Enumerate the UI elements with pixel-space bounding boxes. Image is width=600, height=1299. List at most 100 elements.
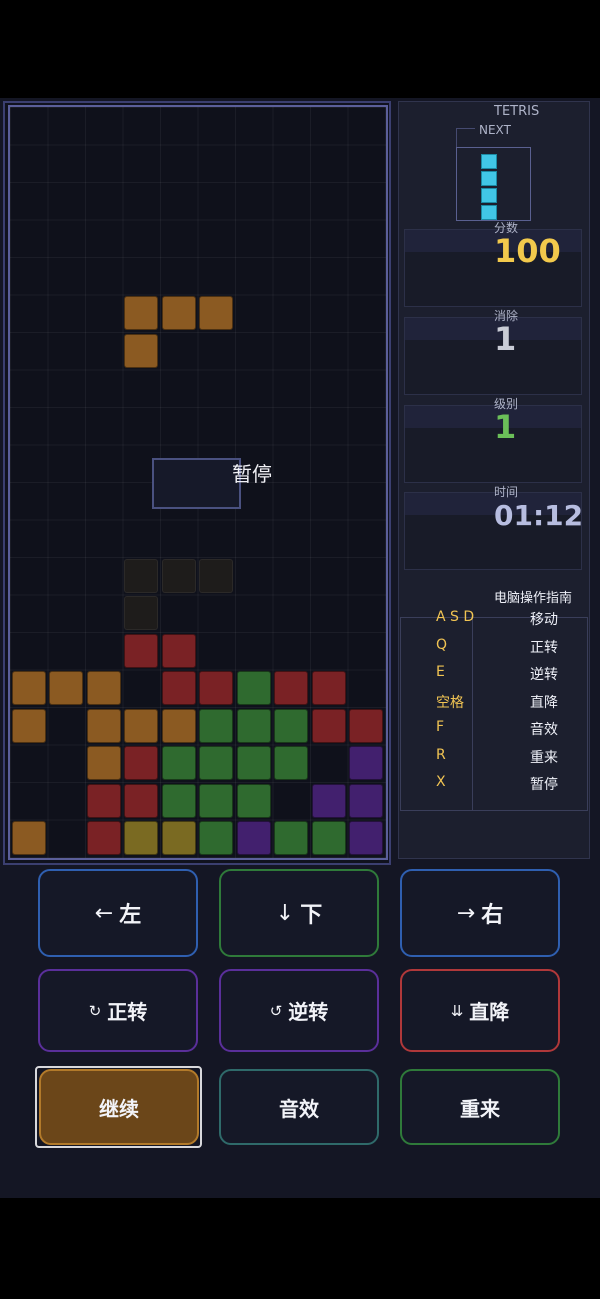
move-down-label: 下 <box>300 903 323 928</box>
level-panel <box>404 405 582 483</box>
locked-block <box>49 671 83 705</box>
guide-key: R <box>436 746 446 763</box>
guide-key: F <box>436 719 445 735</box>
hard-drop-label: 直降 <box>469 1000 510 1024</box>
locked-block <box>199 671 233 705</box>
locked-block <box>161 671 196 705</box>
rotate-clockwise-icon: ↻ <box>88 1001 102 1020</box>
move-left-label: 左 <box>119 903 142 928</box>
move-left-button[interactable]: ← 左 <box>38 869 198 957</box>
locked-block <box>86 821 121 855</box>
locked-block <box>274 671 308 705</box>
rotate-ccw-button[interactable]: ↺ 逆转 <box>219 969 379 1052</box>
next-piece-cell <box>481 154 497 169</box>
restart-button[interactable]: 重来 <box>400 1069 560 1145</box>
locked-block <box>86 783 121 818</box>
locked-block <box>199 746 233 780</box>
active-piece-cell <box>199 296 233 330</box>
locked-block <box>349 783 383 818</box>
guide-key: X <box>436 774 446 790</box>
hard-drop-button[interactable]: ⇊ 直降 <box>400 969 560 1052</box>
locked-block <box>311 671 346 705</box>
score-value: 100 <box>494 232 561 270</box>
time-label: 时间 <box>494 485 519 499</box>
locked-block <box>236 746 271 780</box>
active-piece-cell <box>124 333 158 368</box>
locked-block <box>236 783 271 818</box>
guide-action: 移动 <box>530 612 558 628</box>
locked-block <box>124 783 158 818</box>
guide-action: 正转 <box>530 639 558 656</box>
locked-block <box>199 708 233 743</box>
locked-block <box>311 821 346 855</box>
locked-block <box>199 821 233 855</box>
locked-block <box>311 708 346 743</box>
ghost-piece-cell <box>124 558 158 593</box>
next-piece-cell <box>481 171 497 186</box>
locked-block <box>161 746 196 780</box>
locked-block <box>161 633 196 668</box>
locked-block <box>86 671 121 705</box>
game-title: TETRIS <box>494 104 540 119</box>
locked-block <box>86 746 121 780</box>
locked-block <box>161 783 196 818</box>
arrow-down-icon: ↓ <box>275 900 295 926</box>
locked-block <box>274 821 308 855</box>
double-down-arrow-icon: ⇊ <box>450 1001 464 1020</box>
ghost-piece-cell <box>199 558 233 593</box>
next-preview-corner <box>456 128 475 149</box>
active-piece-cell <box>124 296 158 330</box>
guide-key: 空格 <box>436 694 464 711</box>
locked-block <box>349 708 383 743</box>
rotate-cw-button[interactable]: ↻ 正转 <box>38 969 198 1052</box>
move-right-button[interactable]: → 右 <box>400 869 560 957</box>
locked-block <box>349 821 383 855</box>
locked-block <box>236 821 271 855</box>
locked-block <box>236 671 271 705</box>
pause-overlay-box <box>152 458 241 509</box>
rotate-ccw-label: 逆转 <box>288 1000 329 1024</box>
lines-value: 1 <box>494 320 517 358</box>
level-value: 1 <box>494 408 517 446</box>
arrow-right-icon: → <box>456 900 476 926</box>
resume-button[interactable]: 继续 <box>39 1069 199 1145</box>
locked-block <box>236 708 271 743</box>
locked-block <box>124 821 158 855</box>
locked-block <box>274 708 308 743</box>
locked-block <box>274 746 308 780</box>
locked-block <box>11 821 46 855</box>
locked-block <box>86 708 121 743</box>
sound-toggle-button[interactable]: 音效 <box>219 1069 379 1145</box>
arrow-left-icon: ← <box>94 900 114 926</box>
time-value: 01:12 <box>494 499 584 532</box>
guide-action: 重来 <box>530 749 558 766</box>
guide-title: 电脑操作指南 <box>494 591 573 606</box>
locked-block <box>124 708 158 743</box>
locked-block <box>11 671 46 705</box>
locked-block <box>124 746 158 780</box>
ghost-piece-cell <box>124 596 158 630</box>
keyboard-guide <box>400 617 588 811</box>
guide-action: 直降 <box>530 694 558 711</box>
guide-key: A S D <box>436 609 475 625</box>
rotate-cw-label: 正转 <box>107 1000 148 1024</box>
lines-panel <box>404 317 582 395</box>
locked-block <box>124 633 158 668</box>
pause-label: 暂停 <box>232 462 272 486</box>
next-label: NEXT <box>479 123 511 137</box>
move-down-button[interactable]: ↓ 下 <box>219 869 379 957</box>
locked-block <box>161 821 196 855</box>
locked-block <box>161 708 196 743</box>
guide-action: 暂停 <box>530 777 558 793</box>
guide-key: E <box>436 664 445 680</box>
move-right-label: 右 <box>481 903 504 928</box>
next-piece-cell <box>481 188 497 203</box>
locked-block <box>11 708 46 743</box>
active-piece-cell <box>161 296 196 330</box>
locked-block <box>199 783 233 818</box>
next-piece-cell <box>481 205 497 220</box>
rotate-counterclockwise-icon: ↺ <box>269 1001 283 1020</box>
guide-action: 音效 <box>530 722 558 738</box>
guide-action: 逆转 <box>530 667 558 683</box>
locked-block <box>311 783 346 818</box>
